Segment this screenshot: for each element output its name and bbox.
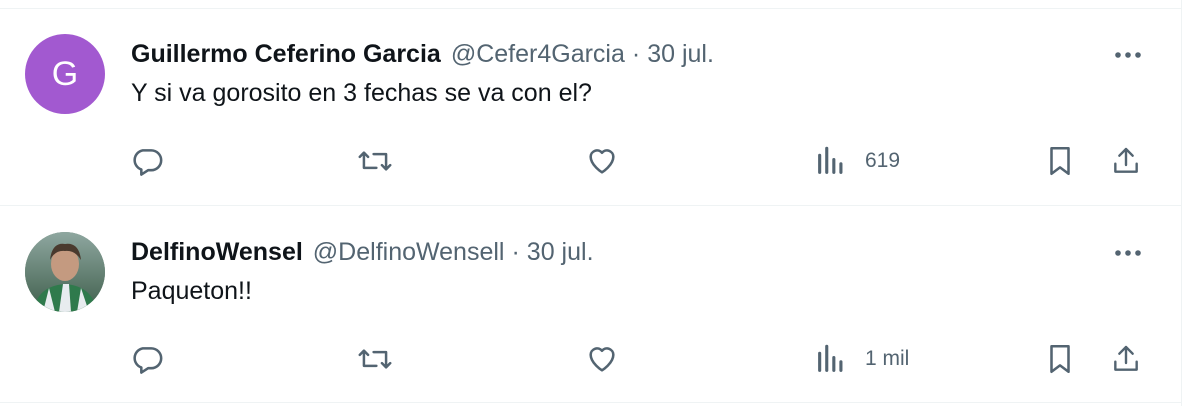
views-button[interactable]: 1 mil bbox=[815, 339, 909, 379]
views-button[interactable]: 619 bbox=[815, 141, 900, 181]
separator-dot: · bbox=[631, 39, 641, 68]
retweet-icon bbox=[357, 144, 393, 178]
tweet-actions: 619 bbox=[0, 141, 1182, 181]
tweet-header: DelfinoWensel @DelfinoWensell · 30 jul. bbox=[131, 236, 594, 268]
tweet-text: Paqueton!! bbox=[131, 277, 252, 305]
views-icon bbox=[815, 144, 847, 178]
retweet-button[interactable] bbox=[357, 141, 393, 181]
like-button[interactable] bbox=[585, 339, 619, 379]
retweet-button[interactable] bbox=[357, 339, 393, 379]
like-button[interactable] bbox=[585, 141, 619, 181]
tweet-header: Guillermo Ceferino Garcia @Cefer4Garcia … bbox=[131, 38, 714, 70]
bookmark-icon bbox=[1045, 144, 1075, 178]
bookmark-icon bbox=[1045, 342, 1075, 376]
views-count: 619 bbox=[865, 149, 901, 172]
reply-button[interactable] bbox=[130, 339, 164, 379]
avatar[interactable] bbox=[25, 232, 105, 312]
views-count: 1 mil bbox=[865, 347, 910, 370]
views-icon bbox=[815, 342, 847, 376]
tweet-date[interactable]: 30 jul. bbox=[647, 40, 714, 69]
tweet-text: Y si va gorosito en 3 fechas se va con e… bbox=[131, 79, 592, 107]
separator-dot: · bbox=[511, 237, 520, 266]
share-icon bbox=[1110, 144, 1142, 178]
bookmark-button[interactable] bbox=[1045, 339, 1075, 379]
tweet[interactable]: DelfinoWensel @DelfinoWensell · 30 jul. … bbox=[0, 207, 1182, 403]
avatar[interactable]: G bbox=[25, 34, 105, 114]
avatar-initial: G bbox=[51, 54, 79, 93]
tweet[interactable]: G Guillermo Ceferino Garcia @Cefer4Garci… bbox=[0, 9, 1182, 206]
reply-button[interactable] bbox=[130, 141, 164, 181]
author-name[interactable]: Guillermo Ceferino Garcia bbox=[131, 40, 441, 69]
share-button[interactable] bbox=[1110, 339, 1142, 379]
like-icon bbox=[585, 342, 619, 376]
more-icon[interactable] bbox=[1112, 45, 1144, 65]
timeline: G Guillermo Ceferino Garcia @Cefer4Garci… bbox=[0, 0, 1182, 406]
tweet-date[interactable]: 30 jul. bbox=[527, 238, 594, 267]
like-icon bbox=[585, 144, 619, 178]
author-handle[interactable]: @DelfinoWensell bbox=[313, 238, 505, 267]
reply-icon bbox=[130, 342, 164, 376]
share-button[interactable] bbox=[1110, 141, 1142, 181]
tweet-actions: 1 mil bbox=[0, 339, 1182, 379]
retweet-icon bbox=[357, 342, 393, 376]
reply-icon bbox=[130, 144, 164, 178]
share-icon bbox=[1110, 342, 1142, 376]
bookmark-button[interactable] bbox=[1045, 141, 1075, 181]
author-name[interactable]: DelfinoWensel bbox=[131, 238, 303, 267]
author-handle[interactable]: @Cefer4Garcia bbox=[451, 40, 625, 69]
more-icon[interactable] bbox=[1112, 243, 1144, 263]
